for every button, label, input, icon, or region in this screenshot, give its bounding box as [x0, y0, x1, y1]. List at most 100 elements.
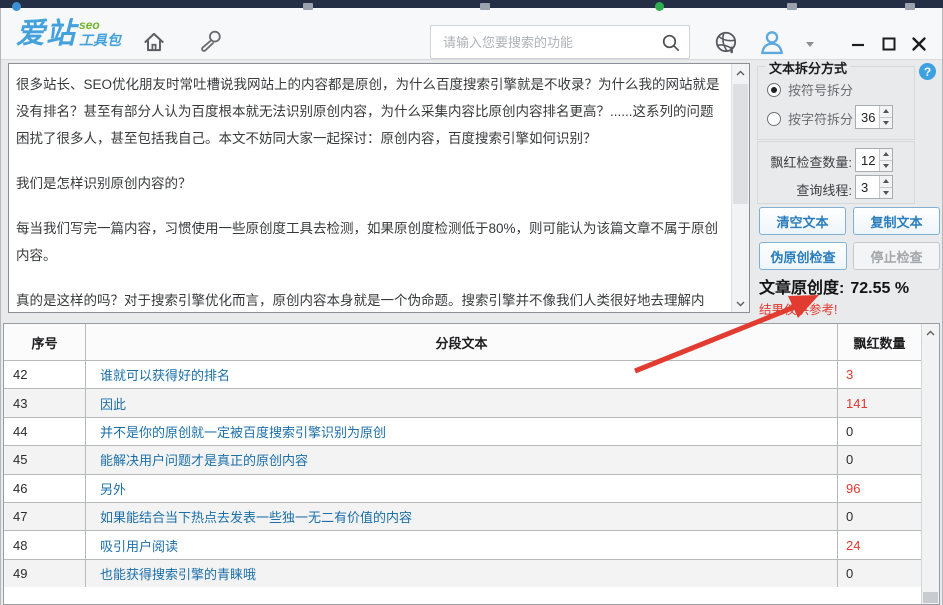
- header-index: 序号: [4, 324, 86, 360]
- row-index: 45: [4, 446, 86, 473]
- paragraph: 我们是怎样识别原创内容的？: [16, 170, 721, 197]
- editor-scrollbar[interactable]: [731, 64, 749, 312]
- table-row[interactable]: 42 谁就可以获得好的排名 3: [4, 360, 921, 388]
- taskbar-square-icon: [303, 3, 313, 10]
- row-red-count: 0: [838, 446, 921, 473]
- scroll-down-icon[interactable]: [732, 295, 749, 312]
- scroll-up-icon[interactable]: [732, 64, 749, 81]
- radio-split-by-symbol-label: 按符号拆分: [788, 80, 853, 99]
- table-scrollbar[interactable]: [921, 324, 939, 604]
- window-border-left: [0, 8, 1, 605]
- function-search: [430, 25, 690, 59]
- home-button[interactable]: [138, 26, 170, 58]
- paragraph: 真的是这样的吗？对于搜索引擎优化而言，原创内容本身就是一个伪命题。搜索引擎并不像…: [16, 287, 721, 312]
- row-index: 48: [4, 531, 86, 558]
- row-red-count: 96: [838, 475, 921, 502]
- search-input[interactable]: [431, 26, 689, 58]
- maximize-button[interactable]: [877, 33, 901, 55]
- minimize-icon: [850, 36, 866, 52]
- split-mode-legend: 文本拆分方式: [765, 58, 851, 77]
- table-row[interactable]: 49 也能获得搜索引擎的青睐哦 0: [4, 559, 921, 587]
- user-account-button[interactable]: [756, 26, 788, 58]
- originality-result-label: 文章原创度:: [759, 280, 844, 297]
- scroll-up-icon[interactable]: [922, 324, 939, 341]
- table-row[interactable]: 44 并不是你的原创就一定被百度搜索引擎识别为原创 0: [4, 417, 921, 445]
- row-red-count: 0: [838, 560, 921, 587]
- result-disclaimer: 结果仅供参考!: [759, 299, 837, 318]
- table-row[interactable]: 47 如果能结合当下热点去发表一些独一无二有价值的内容 0: [4, 502, 921, 530]
- radio-split-by-symbol[interactable]: 按符号拆分: [767, 80, 853, 99]
- table-row[interactable]: 46 另外 96: [4, 474, 921, 502]
- network-button[interactable]: [710, 26, 742, 58]
- red-count-spinner[interactable]: 12: [855, 148, 893, 172]
- segments-table: 序号 分段文本 飘红数量 42 谁就可以获得好的排名 3 43 因此 141 4…: [3, 323, 940, 605]
- threads-spinner[interactable]: 3: [855, 175, 893, 199]
- article-text-editor[interactable]: 很多站长、SEO优化朋友时常吐槽说我网站上的内容都是原创，为什么百度搜索引擎就是…: [8, 63, 750, 313]
- red-count-label: 飘红检查数量:: [762, 152, 852, 171]
- row-red-count: 141: [838, 389, 921, 416]
- row-segment-text[interactable]: 并不是你的原创就一定被百度搜索引擎识别为原创: [86, 418, 838, 445]
- split-mode-group: 文本拆分方式 按符号拆分 按字符拆分 36: [757, 66, 915, 140]
- row-index: 43: [4, 389, 86, 416]
- paragraph: 每当我们写完一篇内容，习惯使用一些原创度工具去检测，如果原创度检测低于80%，则…: [16, 215, 721, 269]
- close-button[interactable]: [907, 33, 931, 55]
- maximize-icon: [881, 36, 897, 52]
- row-index: 46: [4, 475, 86, 502]
- globe-icon: [713, 29, 740, 56]
- logo-text-toolkit: 工具包: [79, 32, 121, 48]
- table-row[interactable]: 45 能解决用户问题才是真正的原创内容 0: [4, 445, 921, 473]
- row-segment-text[interactable]: 能解决用户问题才是真正的原创内容: [86, 446, 838, 473]
- char-count-spin-up[interactable]: [880, 106, 892, 117]
- red-count-spin-up[interactable]: [880, 149, 892, 160]
- row-red-count: 3: [838, 361, 921, 388]
- check-settings-group: 飘红检查数量: 12 查询线程: 3: [757, 141, 915, 204]
- table-scroll-thumb[interactable]: [923, 592, 938, 603]
- table-row[interactable]: 48 吸引用户阅读 24: [4, 530, 921, 558]
- radio-split-by-char[interactable]: 按字符拆分: [767, 109, 853, 128]
- copy-text-button[interactable]: 复制文本: [853, 207, 940, 235]
- editor-scroll-thumb[interactable]: [733, 84, 748, 204]
- threads-label: 查询线程:: [762, 180, 852, 199]
- taskbar-square-icon: [905, 3, 915, 10]
- table-row[interactable]: 43 因此 141: [4, 388, 921, 416]
- row-index: 44: [4, 418, 86, 445]
- row-segment-text[interactable]: 另外: [86, 475, 838, 502]
- row-segment-text[interactable]: 如果能结合当下热点去发表一些独一无二有价值的内容: [86, 503, 838, 530]
- char-count-value: 36: [861, 106, 875, 128]
- red-count-spin-down[interactable]: [880, 160, 892, 172]
- originality-check-button[interactable]: 伪原创检查: [759, 242, 847, 270]
- row-index: 47: [4, 503, 86, 530]
- search-icon[interactable]: [660, 32, 682, 54]
- row-index: 49: [4, 560, 86, 587]
- user-menu-caret-icon[interactable]: [806, 42, 814, 47]
- radio-split-by-char-label: 按字符拆分: [788, 109, 853, 128]
- table-header-row: 序号 分段文本 飘红数量: [4, 324, 921, 360]
- char-count-spinner[interactable]: 36: [855, 105, 893, 129]
- row-index: 42: [4, 361, 86, 388]
- article-text: 很多站长、SEO优化朋友时常吐槽说我网站上的内容都是原创，为什么百度搜索引擎就是…: [9, 64, 749, 312]
- app-window: 爱站 seo 工具包: [0, 0, 943, 605]
- row-red-count: 24: [838, 531, 921, 558]
- originality-result: 文章原创度:72.55 %: [759, 274, 909, 298]
- threads-spin-up[interactable]: [880, 176, 892, 187]
- row-segment-text[interactable]: 因此: [86, 389, 838, 416]
- header-segment-text: 分段文本: [86, 324, 838, 360]
- logo-text-main: 爱站: [16, 18, 76, 50]
- char-count-spin-down[interactable]: [880, 117, 892, 129]
- stop-check-button[interactable]: 停止检查: [853, 242, 940, 270]
- taskbar-dot-icon: [12, 2, 21, 11]
- row-segment-text[interactable]: 吸引用户阅读: [86, 531, 838, 558]
- help-icon[interactable]: ?: [919, 63, 936, 80]
- desktop-strip: [0, 0, 943, 8]
- threads-spin-down[interactable]: [880, 187, 892, 199]
- stamp-icon: [196, 28, 224, 56]
- clear-text-button[interactable]: 清空文本: [759, 207, 846, 235]
- logo-text-seo: seo: [79, 19, 121, 32]
- close-icon: [911, 36, 927, 52]
- row-segment-text[interactable]: 也能获得搜索引擎的青睐哦: [86, 560, 838, 587]
- minimize-button[interactable]: [846, 33, 870, 55]
- taskbar-square-icon: [480, 3, 490, 10]
- row-segment-text[interactable]: 谁就可以获得好的排名: [86, 361, 838, 388]
- stamp-tool-button[interactable]: [194, 26, 226, 58]
- titlebar: 爱站 seo 工具包: [0, 8, 943, 60]
